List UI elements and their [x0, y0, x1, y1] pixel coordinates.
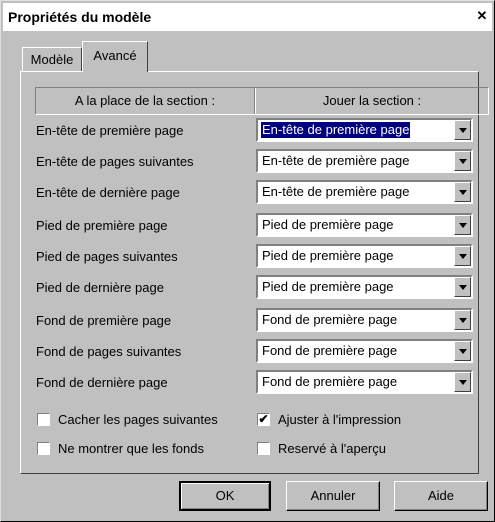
dropdown-button[interactable]: [454, 310, 471, 330]
section-select[interactable]: Pied de première page: [256, 275, 473, 299]
dropdown-button[interactable]: [454, 120, 471, 140]
help-button[interactable]: Aide: [394, 481, 488, 511]
checkbox-box[interactable]: ✔: [257, 413, 270, 426]
dropdown-button[interactable]: [454, 246, 471, 266]
select-value: En-tête de première page: [262, 153, 410, 168]
tab-avance-label: Avancé: [93, 48, 137, 63]
dialog-window: Propriétés du modèle ✕ Modèle Avancé A l…: [0, 0, 495, 522]
select-value: Fond de première page: [262, 343, 398, 358]
column-header: A la place de la section : Jouer la sect…: [35, 87, 489, 115]
checkbox-label: Reservé à l'aperçu: [278, 441, 386, 456]
row-label: Fond de dernière page: [36, 375, 168, 390]
chevron-down-icon: [459, 159, 467, 164]
chevron-down-icon: [459, 128, 467, 133]
section-select[interactable]: En-tête de première page: [256, 149, 473, 173]
select-value: En-tête de première page: [262, 184, 410, 199]
row-label: Pied de dernière page: [36, 280, 164, 295]
select-value: Fond de première page: [262, 312, 398, 327]
checkbox-label: Ne montrer que les fonds: [58, 441, 204, 456]
dropdown-button[interactable]: [454, 151, 471, 171]
tab-modele-label: Modèle: [30, 52, 74, 67]
tab-avance[interactable]: Avancé: [82, 41, 148, 72]
dropdown-button[interactable]: [454, 215, 471, 235]
header-play: Jouer la section :: [322, 93, 422, 108]
dropdown-button[interactable]: [454, 277, 471, 297]
select-value: Fond de première page: [262, 374, 398, 389]
tab-modele[interactable]: Modèle: [22, 47, 82, 71]
select-value: Pied de première page: [262, 279, 394, 294]
row-label: En-tête de dernière page: [36, 185, 180, 200]
section-select[interactable]: Fond de première page: [256, 308, 473, 332]
header-replace: A la place de la section :: [74, 93, 216, 108]
row-label: Fond de première page: [36, 313, 172, 328]
checkbox-label: Ajuster à l'impression: [278, 412, 402, 427]
chevron-down-icon: [459, 349, 467, 354]
dropdown-button[interactable]: [454, 341, 471, 361]
title-bar[interactable]: Propriétés du modèle ✕: [3, 3, 492, 31]
close-icon[interactable]: ✕: [475, 9, 489, 23]
row-label: En-tête de première page: [36, 123, 184, 138]
ok-button[interactable]: OK: [179, 481, 271, 511]
select-value: Pied de première page: [262, 248, 394, 263]
section-select[interactable]: En-tête de première page: [256, 118, 473, 142]
chevron-down-icon: [459, 254, 467, 259]
chevron-down-icon: [459, 285, 467, 290]
row-label: Pied de première page: [36, 218, 168, 233]
row-label: Fond de pages suivantes: [36, 344, 182, 359]
dropdown-button[interactable]: [454, 182, 471, 202]
chevron-down-icon: [459, 190, 467, 195]
row-label: Pied de pages suivantes: [36, 249, 178, 264]
select-value: Pied de première page: [262, 217, 394, 232]
checkbox-box[interactable]: [37, 442, 50, 455]
checkbox-box[interactable]: [257, 442, 270, 455]
section-select[interactable]: Fond de première page: [256, 370, 473, 394]
chevron-down-icon: [459, 380, 467, 385]
section-select[interactable]: Pied de première page: [256, 244, 473, 268]
dropdown-button[interactable]: [454, 372, 471, 392]
row-label: En-tête de pages suivantes: [36, 154, 194, 169]
window-title: Propriétés du modèle: [8, 9, 152, 25]
section-select[interactable]: Pied de première page: [256, 213, 473, 237]
section-select[interactable]: En-tête de première page: [256, 180, 473, 204]
section-select[interactable]: Fond de première page: [256, 339, 473, 363]
select-value: En-tête de première page: [261, 122, 411, 138]
chevron-down-icon: [459, 223, 467, 228]
chevron-down-icon: [459, 318, 467, 323]
checkbox-box[interactable]: [37, 413, 50, 426]
cancel-button[interactable]: Annuler: [286, 481, 380, 511]
checkbox-label: Cacher les pages suivantes: [58, 412, 218, 427]
